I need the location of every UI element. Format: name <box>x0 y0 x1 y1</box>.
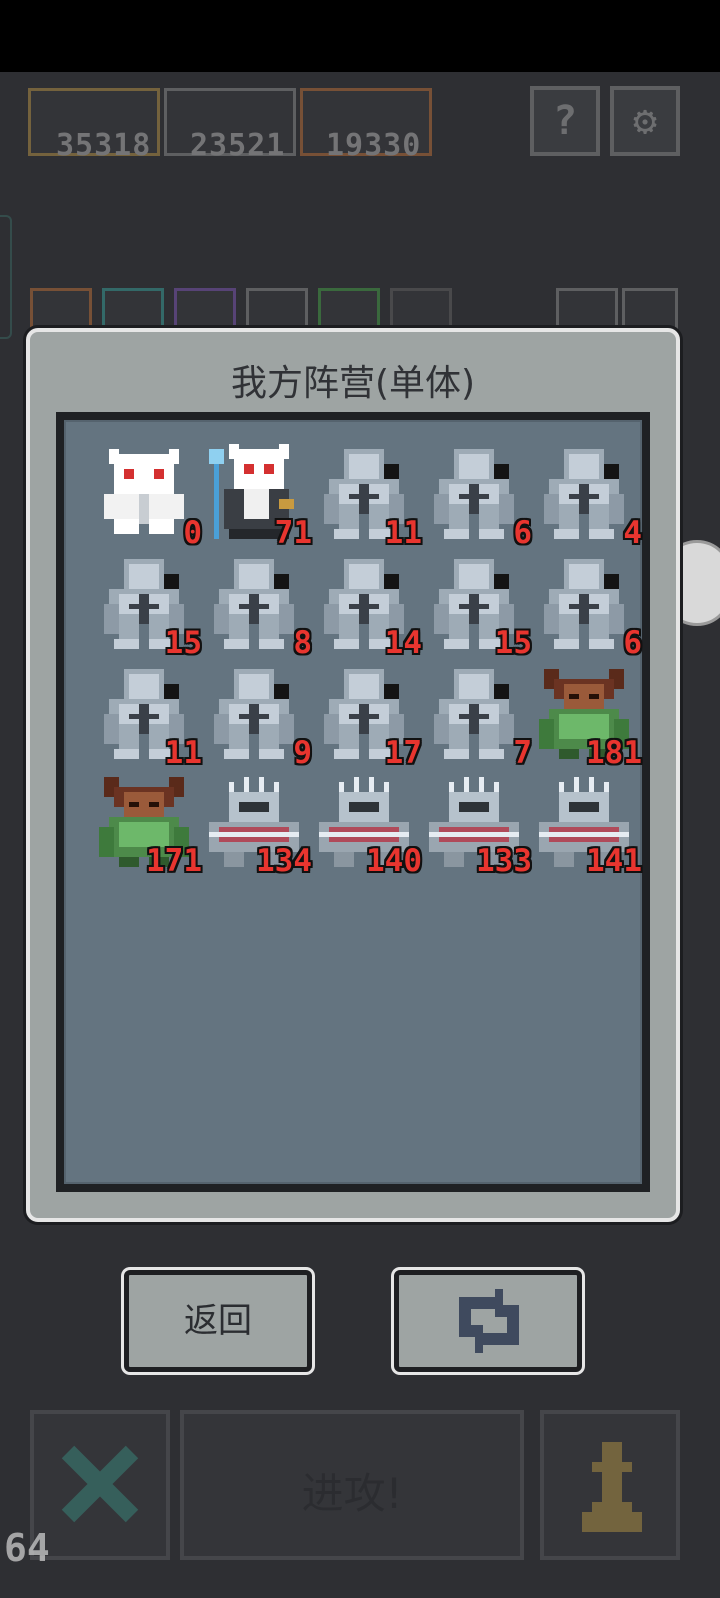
pawn-action-button[interactable] <box>540 1410 680 1560</box>
action-bar: 进攻! <box>0 0 720 1598</box>
close-action-button[interactable] <box>30 1410 170 1560</box>
fps-counter: 64 <box>4 1526 50 1570</box>
attack-label: 进攻! <box>301 1469 403 1518</box>
pawn-icon <box>582 1442 642 1532</box>
attack-button[interactable]: 进攻! <box>180 1410 524 1560</box>
close-icon <box>61 1445 139 1523</box>
